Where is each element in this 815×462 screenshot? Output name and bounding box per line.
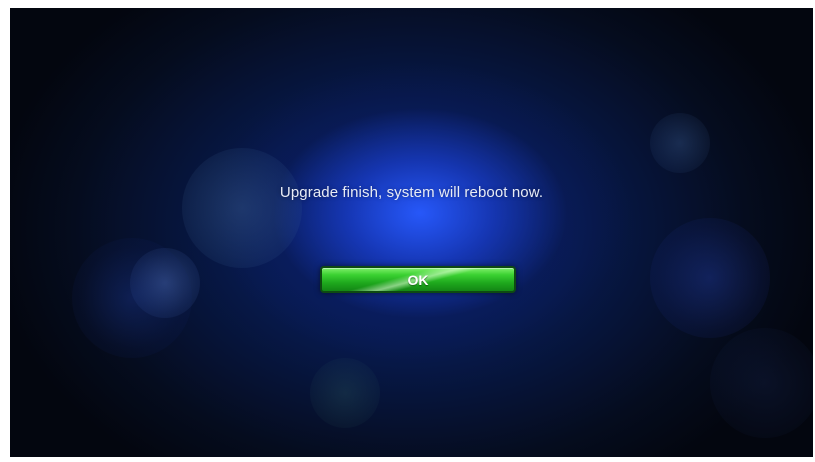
bokeh-light [650,113,710,173]
bokeh-light [72,238,192,358]
upgrade-message: Upgrade finish, system will reboot now. [279,184,544,201]
bokeh-light [130,248,200,318]
bokeh-light [710,328,813,438]
bokeh-light [310,358,380,428]
ok-button-label: OK [407,271,429,288]
tv-screen: Upgrade finish, system will reboot now. … [10,8,813,457]
ok-button[interactable]: OK [320,266,516,293]
bokeh-light [650,218,770,338]
page-frame: Upgrade finish, system will reboot now. … [0,0,815,462]
bokeh-light [182,148,302,268]
